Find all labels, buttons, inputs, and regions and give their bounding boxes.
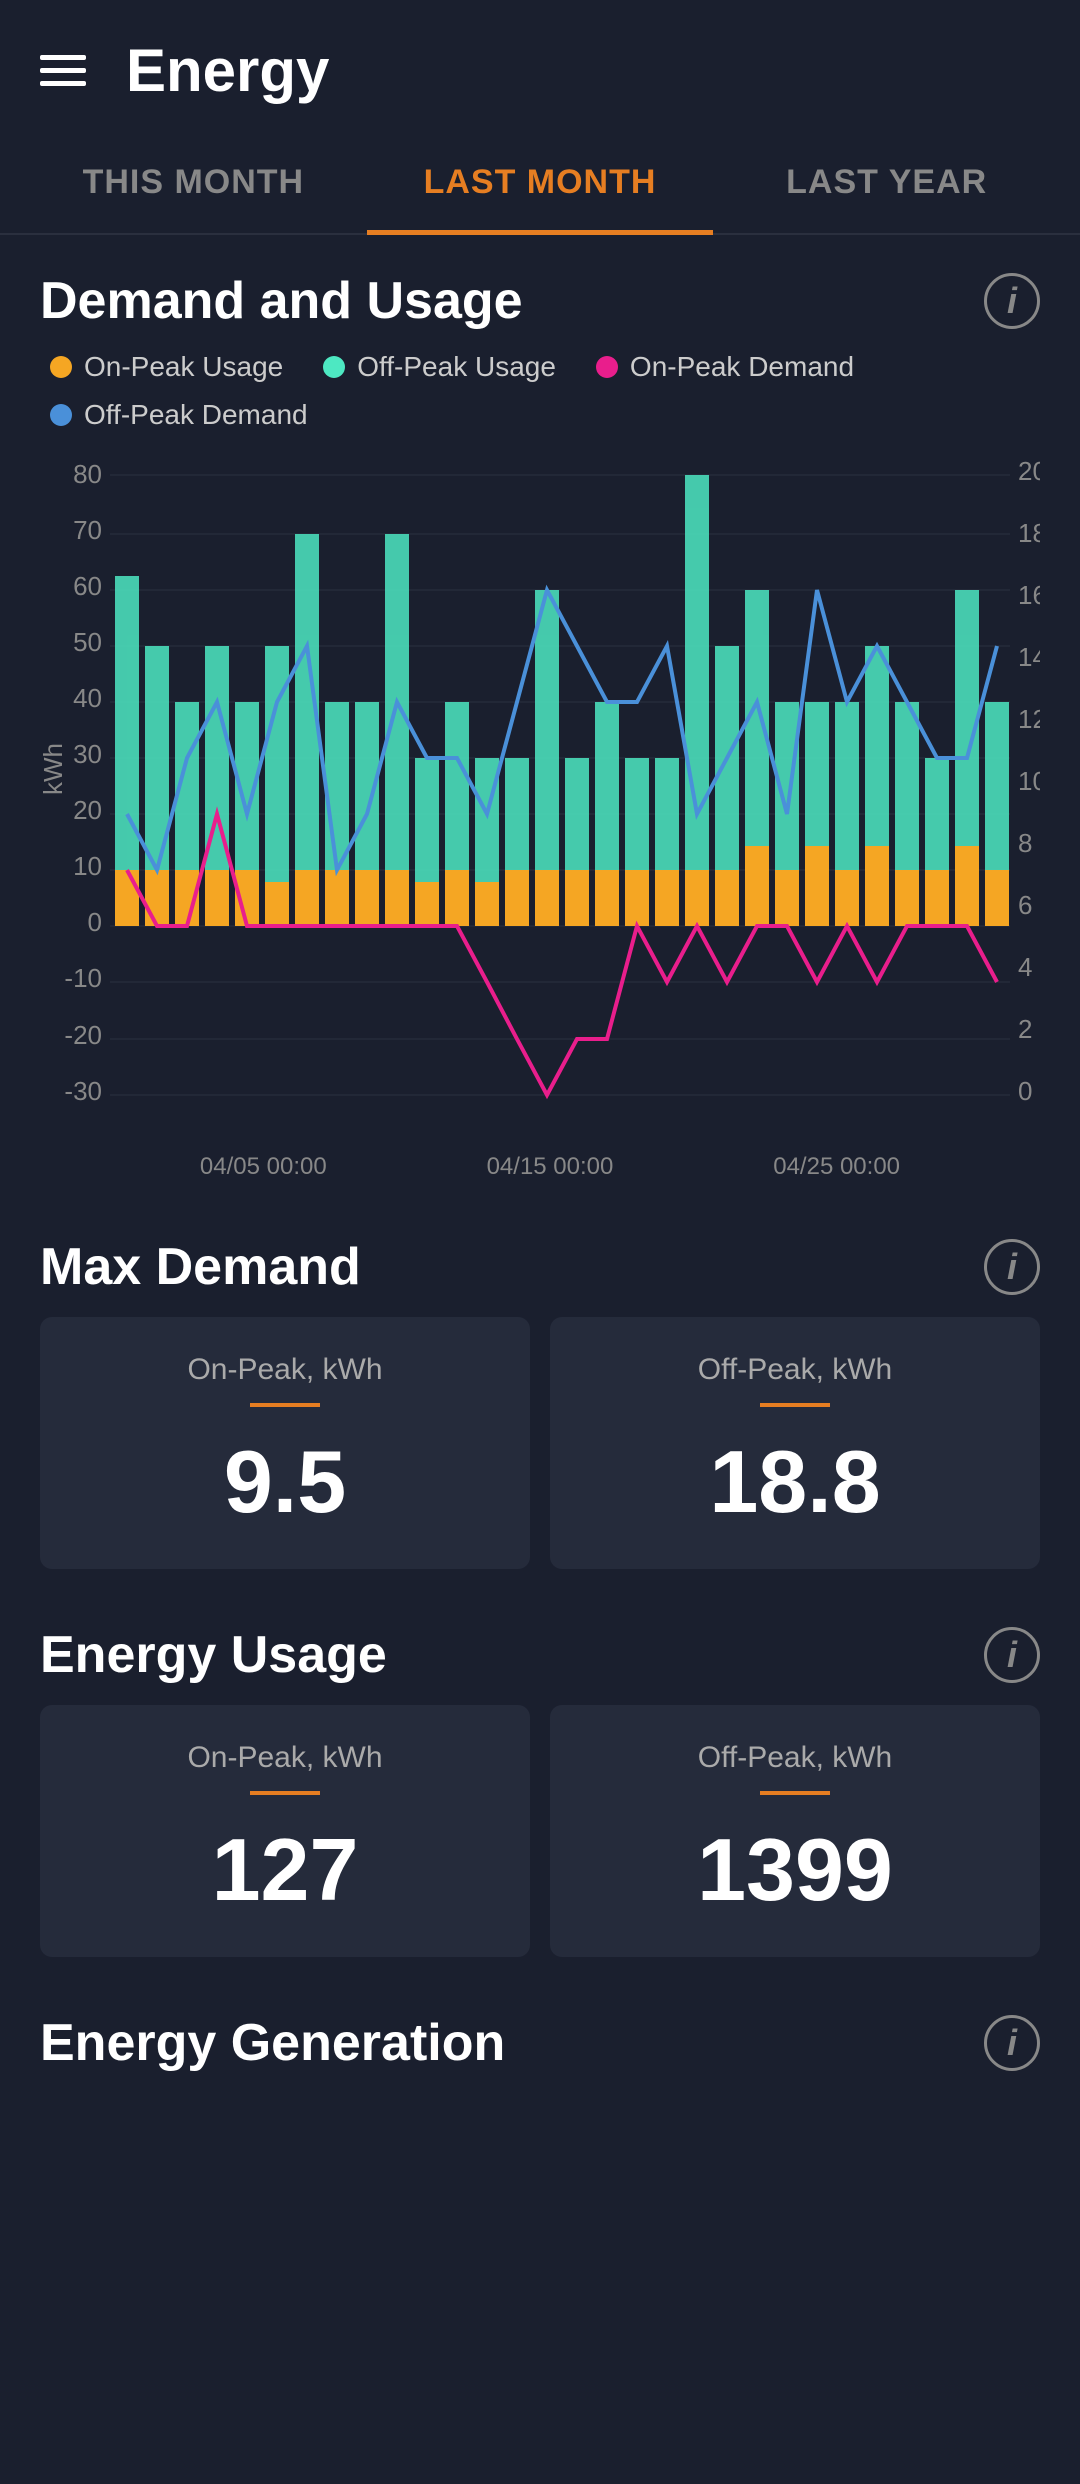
svg-text:12: 12: [1018, 704, 1040, 734]
svg-text:0: 0: [88, 907, 102, 937]
legend-dot-off-peak-demand: [50, 404, 72, 426]
svg-text:60: 60: [73, 571, 102, 601]
svg-text:4: 4: [1018, 952, 1032, 982]
max-demand-on-peak-divider: [250, 1403, 320, 1407]
energy-usage-on-peak-divider: [250, 1791, 320, 1795]
energy-generation-section: Energy Generation i: [0, 1977, 1080, 2113]
legend-off-peak-demand: Off-Peak Demand: [50, 399, 308, 431]
svg-text:80: 80: [73, 459, 102, 489]
energy-usage-on-peak-value: 127: [212, 1819, 359, 1921]
demand-usage-title: Demand and Usage: [40, 271, 523, 331]
svg-text:kWh: kWh: [40, 743, 68, 795]
energy-usage-off-peak-divider: [760, 1791, 830, 1795]
x-label-3: 04/25 00:00: [773, 1153, 900, 1181]
header: Energy: [0, 0, 1080, 135]
chart-legend: On-Peak Usage Off-Peak Usage On-Peak Dem…: [40, 351, 1040, 431]
energy-generation-title: Energy Generation: [40, 2013, 505, 2073]
svg-text:20: 20: [1018, 456, 1040, 486]
tab-this-month[interactable]: THIS MONTH: [20, 135, 367, 233]
demand-usage-chart: -30 -20 -10 0 10 20 30 40 50 60 70 80 0 …: [40, 455, 1040, 1135]
demand-usage-header: Demand and Usage i: [40, 271, 1040, 331]
energy-generation-header: Energy Generation i: [40, 2013, 1040, 2073]
legend-dot-off-peak-usage: [323, 356, 345, 378]
svg-text:0: 0: [1018, 1076, 1032, 1106]
svg-text:50: 50: [73, 627, 102, 657]
svg-text:10: 10: [73, 851, 102, 881]
max-demand-off-peak-divider: [760, 1403, 830, 1407]
svg-text:16: 16: [1018, 580, 1040, 610]
svg-text:20: 20: [73, 795, 102, 825]
menu-button[interactable]: [40, 55, 86, 86]
svg-text:30: 30: [73, 739, 102, 769]
legend-dot-on-peak-demand: [596, 356, 618, 378]
energy-usage-section: Energy Usage i On-Peak, kWh 127 Off-Peak…: [0, 1589, 1080, 1977]
max-demand-info-icon[interactable]: i: [984, 1239, 1040, 1295]
max-demand-on-peak-value: 9.5: [224, 1431, 346, 1533]
energy-usage-off-peak-label: Off-Peak, kWh: [698, 1741, 893, 1775]
svg-text:14: 14: [1018, 642, 1040, 672]
svg-text:2: 2: [1018, 1014, 1032, 1044]
max-demand-grid: On-Peak, kWh 9.5 Off-Peak, kWh 18.8: [40, 1317, 1040, 1569]
legend-on-peak-usage: On-Peak Usage: [50, 351, 283, 383]
energy-usage-on-peak-card: On-Peak, kWh 127: [40, 1705, 530, 1957]
energy-usage-off-peak-value: 1399: [697, 1819, 893, 1921]
chart-x-labels: 04/05 00:00 04/15 00:00 04/25 00:00: [40, 1145, 1040, 1181]
svg-text:-30: -30: [64, 1076, 102, 1106]
energy-generation-info-icon[interactable]: i: [984, 2015, 1040, 2071]
svg-text:10: 10: [1018, 766, 1040, 796]
energy-usage-title: Energy Usage: [40, 1625, 387, 1685]
svg-text:6: 6: [1018, 890, 1032, 920]
demand-usage-info-icon[interactable]: i: [984, 273, 1040, 329]
svg-text:70: 70: [73, 515, 102, 545]
energy-usage-on-peak-label: On-Peak, kWh: [187, 1741, 382, 1775]
energy-usage-grid: On-Peak, kWh 127 Off-Peak, kWh 1399: [40, 1705, 1040, 1957]
max-demand-on-peak-card: On-Peak, kWh 9.5: [40, 1317, 530, 1569]
max-demand-off-peak-label: Off-Peak, kWh: [698, 1353, 893, 1387]
tab-bar: THIS MONTH LAST MONTH LAST YEAR: [0, 135, 1080, 235]
tab-last-month[interactable]: LAST MONTH: [367, 135, 714, 235]
svg-text:-10: -10: [64, 963, 102, 993]
legend-off-peak-usage: Off-Peak Usage: [323, 351, 556, 383]
legend-dot-on-peak-usage: [50, 356, 72, 378]
max-demand-section: Max Demand i On-Peak, kWh 9.5 Off-Peak, …: [0, 1201, 1080, 1589]
svg-text:18: 18: [1018, 518, 1040, 548]
svg-text:8: 8: [1018, 828, 1032, 858]
legend-on-peak-demand: On-Peak Demand: [596, 351, 854, 383]
svg-text:40: 40: [73, 683, 102, 713]
chart-svg: -30 -20 -10 0 10 20 30 40 50 60 70 80 0 …: [40, 455, 1040, 1135]
demand-usage-section: Demand and Usage i On-Peak Usage Off-Pea…: [0, 235, 1080, 1201]
max-demand-on-peak-label: On-Peak, kWh: [187, 1353, 382, 1387]
energy-usage-header: Energy Usage i: [40, 1625, 1040, 1685]
svg-text:-20: -20: [64, 1020, 102, 1050]
max-demand-off-peak-value: 18.8: [709, 1431, 880, 1533]
max-demand-title: Max Demand: [40, 1237, 361, 1297]
page-title: Energy: [126, 36, 329, 105]
max-demand-off-peak-card: Off-Peak, kWh 18.8: [550, 1317, 1040, 1569]
tab-last-year[interactable]: LAST YEAR: [713, 135, 1060, 233]
x-label-2: 04/15 00:00: [487, 1153, 614, 1181]
max-demand-header: Max Demand i: [40, 1237, 1040, 1297]
x-label-1: 04/05 00:00: [200, 1153, 327, 1181]
energy-usage-off-peak-card: Off-Peak, kWh 1399: [550, 1705, 1040, 1957]
energy-usage-info-icon[interactable]: i: [984, 1627, 1040, 1683]
